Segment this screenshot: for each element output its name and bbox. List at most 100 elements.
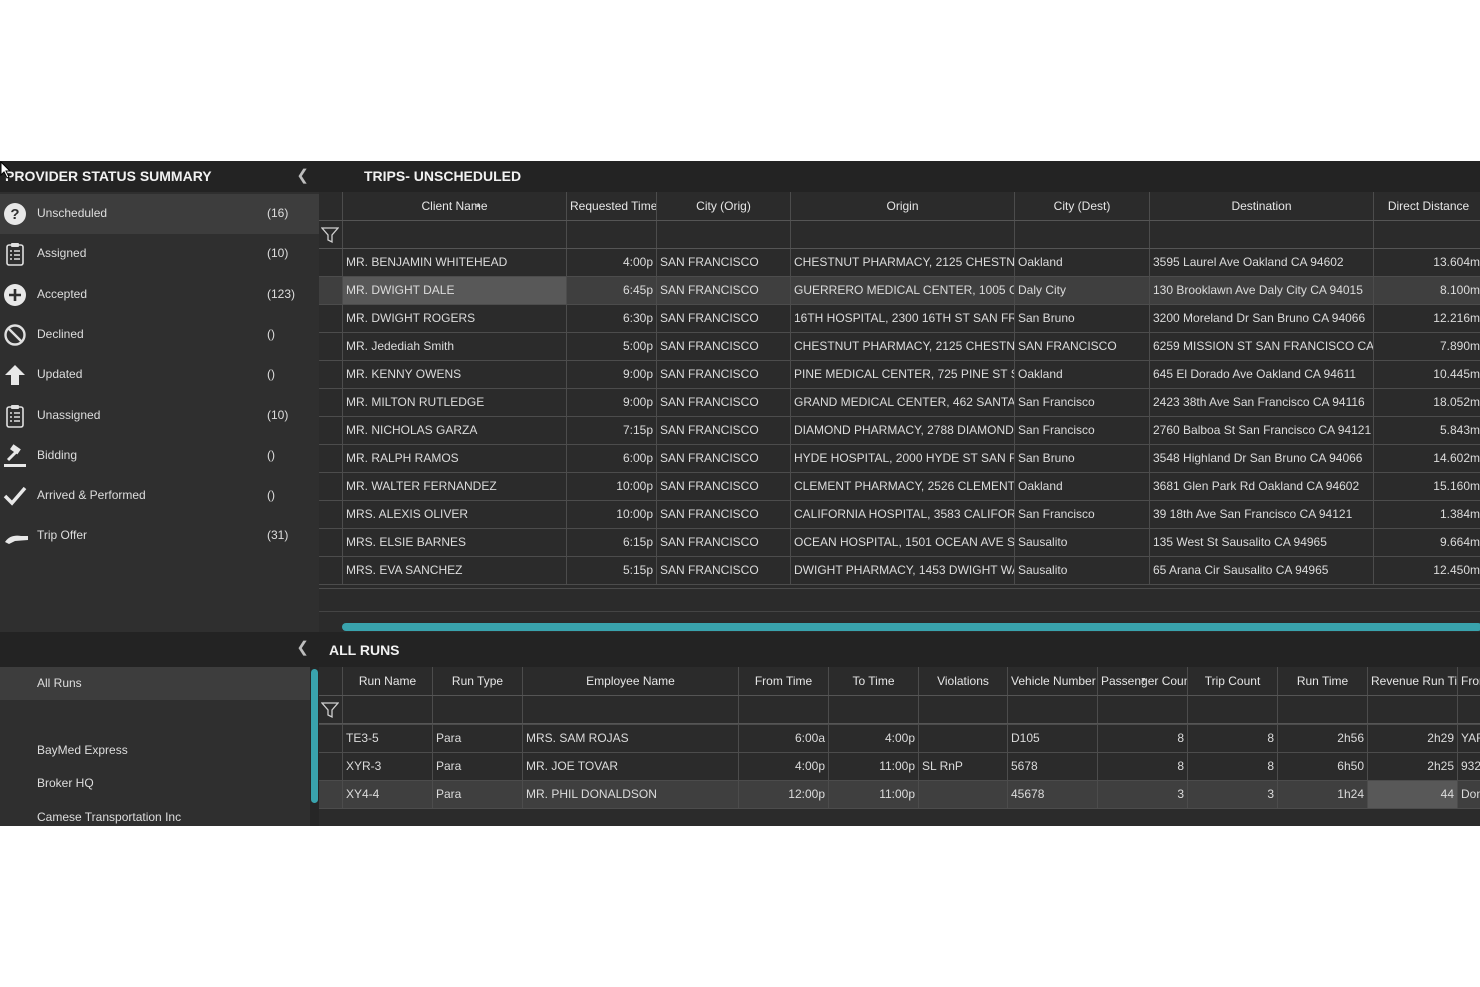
column-header[interactable]: From — [1457, 667, 1480, 695]
scrollbar-thumb[interactable] — [342, 623, 1480, 631]
column-header[interactable]: City (Orig) — [656, 192, 790, 220]
filter-cell[interactable] — [1187, 696, 1277, 723]
row-selector[interactable] — [319, 501, 342, 528]
filter-cell[interactable] — [1007, 696, 1097, 723]
scrollbar-thumb[interactable] — [311, 669, 318, 803]
table-row[interactable]: MR. KENNY OWENS 9:00p SAN FRANCISCO PINE ME… — [319, 361, 1480, 389]
table-cell: San Bruno — [1014, 445, 1149, 472]
table-row[interactable]: TE3-5 Para MRS. SAM ROJAS 6:00a 4:00p D105 8 8 2… — [319, 725, 1480, 753]
column-header[interactable]: From Time — [738, 667, 828, 695]
filter-cell[interactable] — [342, 221, 566, 248]
row-selector[interactable] — [319, 333, 342, 360]
status-item-trip-offer[interactable]: Trip Offer (31) — [0, 516, 319, 556]
table-row[interactable]: MRS. EVA SANCHEZ 5:15p SAN FRANCISCO DWIGHT… — [319, 557, 1480, 585]
column-header[interactable]: To Time — [828, 667, 918, 695]
runs-list-item[interactable]: BayMed Express — [0, 734, 310, 767]
column-header[interactable]: Client Name ▲ — [342, 192, 566, 220]
column-header[interactable]: Run Name — [342, 667, 432, 695]
table-row[interactable]: MR. BENJAMIN WHITEHEAD 4:00p SAN FRANCISCO… — [319, 249, 1480, 277]
column-header[interactable]: Employee Name — [522, 667, 738, 695]
row-selector[interactable] — [319, 389, 342, 416]
runs-list-item[interactable]: Camese Transportation Inc — [0, 801, 310, 826]
table-row[interactable]: MR. NICHOLAS GARZA 7:15p SAN FRANCISCO DIAM… — [319, 417, 1480, 445]
table-row[interactable]: MRS. ALEXIS OLIVER 10:00p SAN FRANCISCO CAL… — [319, 501, 1480, 529]
status-item-assigned[interactable]: Assigned (10) — [0, 234, 319, 274]
row-selector[interactable] — [319, 249, 342, 276]
status-item-updated[interactable]: Updated () — [0, 355, 319, 395]
table-row[interactable]: XY4-4 Para MR. PHIL DONALDSON 12:00p 11:00p 4… — [319, 781, 1480, 809]
filter-cell[interactable] — [656, 221, 790, 248]
filter-cell[interactable] — [522, 696, 738, 723]
runs-list-item[interactable]: All Runs — [0, 667, 310, 700]
filter-cell[interactable] — [432, 696, 522, 723]
column-header[interactable]: Revenue Run Time — [1367, 667, 1457, 695]
collapse-left-icon[interactable]: ❮ — [296, 166, 309, 184]
row-selector[interactable] — [319, 361, 342, 388]
column-header[interactable]: Run Type — [432, 667, 522, 695]
trips-horizontal-scrollbar[interactable] — [319, 588, 1480, 633]
row-selector[interactable] — [319, 473, 342, 500]
table-cell: 3681 Glen Park Rd Oakland CA 94602 — [1149, 473, 1373, 500]
filter-cell[interactable] — [1149, 221, 1373, 248]
filter-cell[interactable] — [1097, 696, 1187, 723]
status-item-unscheduled[interactable]: ? Unscheduled (16) — [0, 194, 319, 234]
filter-cell[interactable] — [790, 221, 1014, 248]
table-row[interactable]: MR. Jedediah Smith 5:00p SAN FRANCISCO CHES… — [319, 333, 1480, 361]
table-row[interactable]: MR. DWIGHT DALE 6:45p SAN FRANCISCO GUERRER… — [319, 277, 1480, 305]
status-item-arrived-performed[interactable]: Arrived & Performed () — [0, 476, 319, 516]
row-selector[interactable] — [319, 557, 342, 584]
table-row[interactable]: MR. RALPH RAMOS 6:00p SAN FRANCISCO HYDE HO… — [319, 445, 1480, 473]
filter-cell[interactable] — [1014, 221, 1149, 248]
status-item-label: Assigned — [37, 246, 87, 261]
row-selector[interactable] — [319, 277, 342, 304]
column-header[interactable]: Destination — [1149, 192, 1373, 220]
table-row[interactable]: MR. MILTON RUTLEDGE 9:00p SAN FRANCISCO GRA… — [319, 389, 1480, 417]
column-header[interactable]: Violations — [918, 667, 1007, 695]
row-selector[interactable] — [319, 529, 342, 556]
row-selector[interactable] — [319, 417, 342, 444]
row-selector[interactable] — [319, 725, 342, 752]
status-item-unassigned[interactable]: Unassigned (10) — [0, 396, 319, 436]
clipboard-list-icon — [3, 242, 27, 267]
filter-cell[interactable] — [1367, 696, 1457, 723]
runs-grid: Run Name Run Type Employee Name From Time To… — [319, 667, 1480, 826]
table-row[interactable]: XYR-3 Para MR. JOE TOVAR 4:00p 11:00p SL RnP 5… — [319, 753, 1480, 781]
row-selector[interactable] — [319, 445, 342, 472]
column-header[interactable]: Requested Time — [566, 192, 656, 220]
table-cell: San Francisco — [1014, 501, 1149, 528]
row-selector[interactable] — [319, 305, 342, 332]
status-summary-header: PROVIDER STATUS SUMMARY ❮ — [0, 161, 319, 192]
filter-icon[interactable] — [319, 696, 342, 723]
filter-cell[interactable] — [1373, 221, 1480, 248]
collapse-left-icon[interactable]: ❮ — [296, 638, 309, 656]
column-header[interactable]: Vehicle Number — [1007, 667, 1097, 695]
filter-cell[interactable] — [828, 696, 918, 723]
column-header[interactable]: Passenger Count ▼ — [1097, 667, 1187, 695]
runs-list-scrollbar[interactable] — [310, 667, 319, 826]
column-header[interactable]: Trip Count — [1187, 667, 1277, 695]
filter-cell[interactable] — [918, 696, 1007, 723]
table-cell: 6:00a — [738, 725, 828, 752]
column-header[interactable]: Run Time — [1277, 667, 1367, 695]
runs-list-item-label: Camese Transportation Inc — [37, 810, 182, 824]
table-row[interactable]: MR. DWIGHT ROGERS 6:30p SAN FRANCISCO 16TH … — [319, 305, 1480, 333]
filter-cell[interactable] — [1277, 696, 1367, 723]
column-header[interactable]: City (Dest) — [1014, 192, 1149, 220]
table-row[interactable]: MRS. ELSIE BARNES 6:15p SAN FRANCISCO OCEAN… — [319, 529, 1480, 557]
filter-cell[interactable] — [342, 696, 432, 723]
filter-icon[interactable] — [319, 221, 342, 248]
table-row[interactable]: MR. WALTER FERNANDEZ 10:00p SAN FRANCISCO C… — [319, 473, 1480, 501]
filter-cell[interactable] — [738, 696, 828, 723]
status-item-bidding[interactable]: Bidding () — [0, 436, 319, 476]
filter-cell[interactable] — [566, 221, 656, 248]
table-cell: XY4-4 — [342, 781, 432, 808]
row-selector[interactable] — [319, 781, 342, 808]
runs-list-item[interactable]: Broker HQ — [0, 767, 310, 800]
table-cell: 15.160m — [1373, 473, 1480, 500]
row-selector[interactable] — [319, 753, 342, 780]
filter-cell[interactable] — [1457, 696, 1480, 723]
status-item-declined[interactable]: Declined () — [0, 315, 319, 355]
status-item-accepted[interactable]: Accepted (123) — [0, 275, 319, 315]
column-header[interactable]: Origin — [790, 192, 1014, 220]
column-header[interactable]: Direct Distance — [1373, 192, 1480, 220]
